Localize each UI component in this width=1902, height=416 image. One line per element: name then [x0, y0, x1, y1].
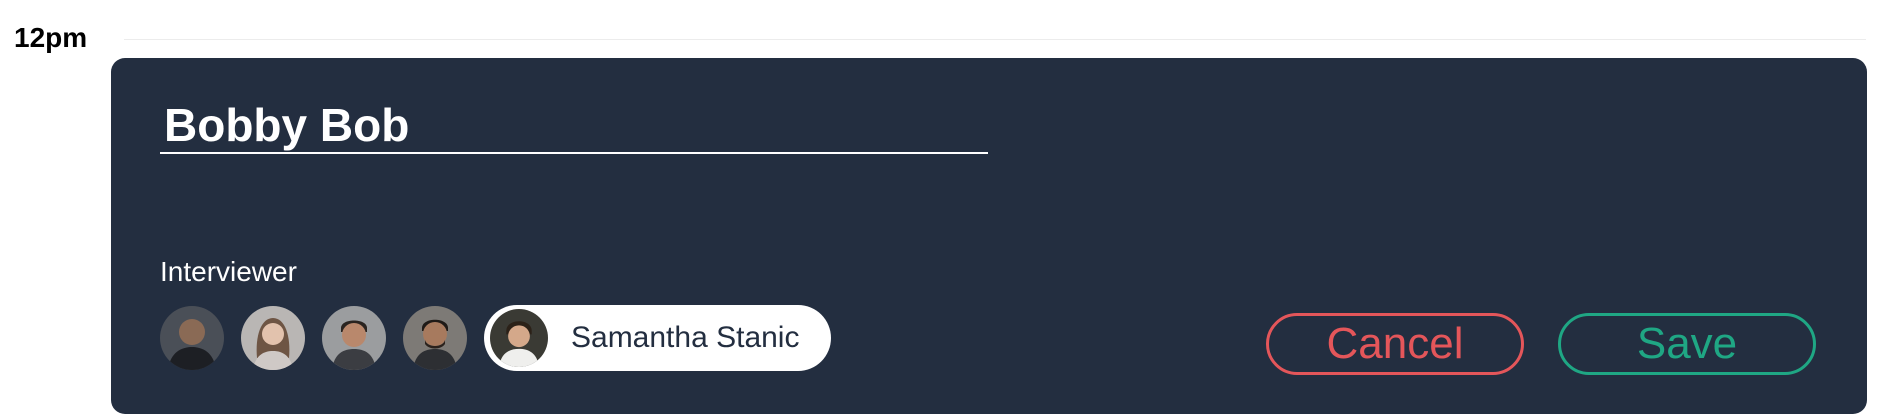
- hour-divider: [124, 39, 1866, 40]
- person-avatar-icon: [160, 306, 224, 370]
- event-editor-card: Interviewer: [111, 58, 1867, 414]
- save-button[interactable]: Save: [1558, 313, 1816, 375]
- interviewer-avatar-4[interactable]: [403, 306, 467, 370]
- person-avatar-icon: [490, 309, 548, 367]
- cancel-button[interactable]: Cancel: [1266, 313, 1524, 375]
- person-avatar-icon: [241, 306, 305, 370]
- selected-interviewer-avatar: [487, 306, 551, 370]
- interviewer-avatar-3[interactable]: [322, 306, 386, 370]
- person-avatar-icon: [403, 306, 467, 370]
- interviewer-label: Interviewer: [160, 256, 297, 287]
- selected-interviewer-name: Samantha Stanic: [571, 321, 800, 354]
- person-avatar-icon: [322, 306, 386, 370]
- event-title-input[interactable]: [160, 98, 988, 154]
- selected-interviewer-chip[interactable]: Samantha Stanic: [484, 305, 832, 371]
- interviewer-picker: Samantha Stanic: [160, 305, 832, 371]
- interviewer-avatar-2[interactable]: [241, 306, 305, 370]
- interviewer-avatar-1[interactable]: [160, 306, 224, 370]
- time-label: 12pm: [14, 22, 88, 53]
